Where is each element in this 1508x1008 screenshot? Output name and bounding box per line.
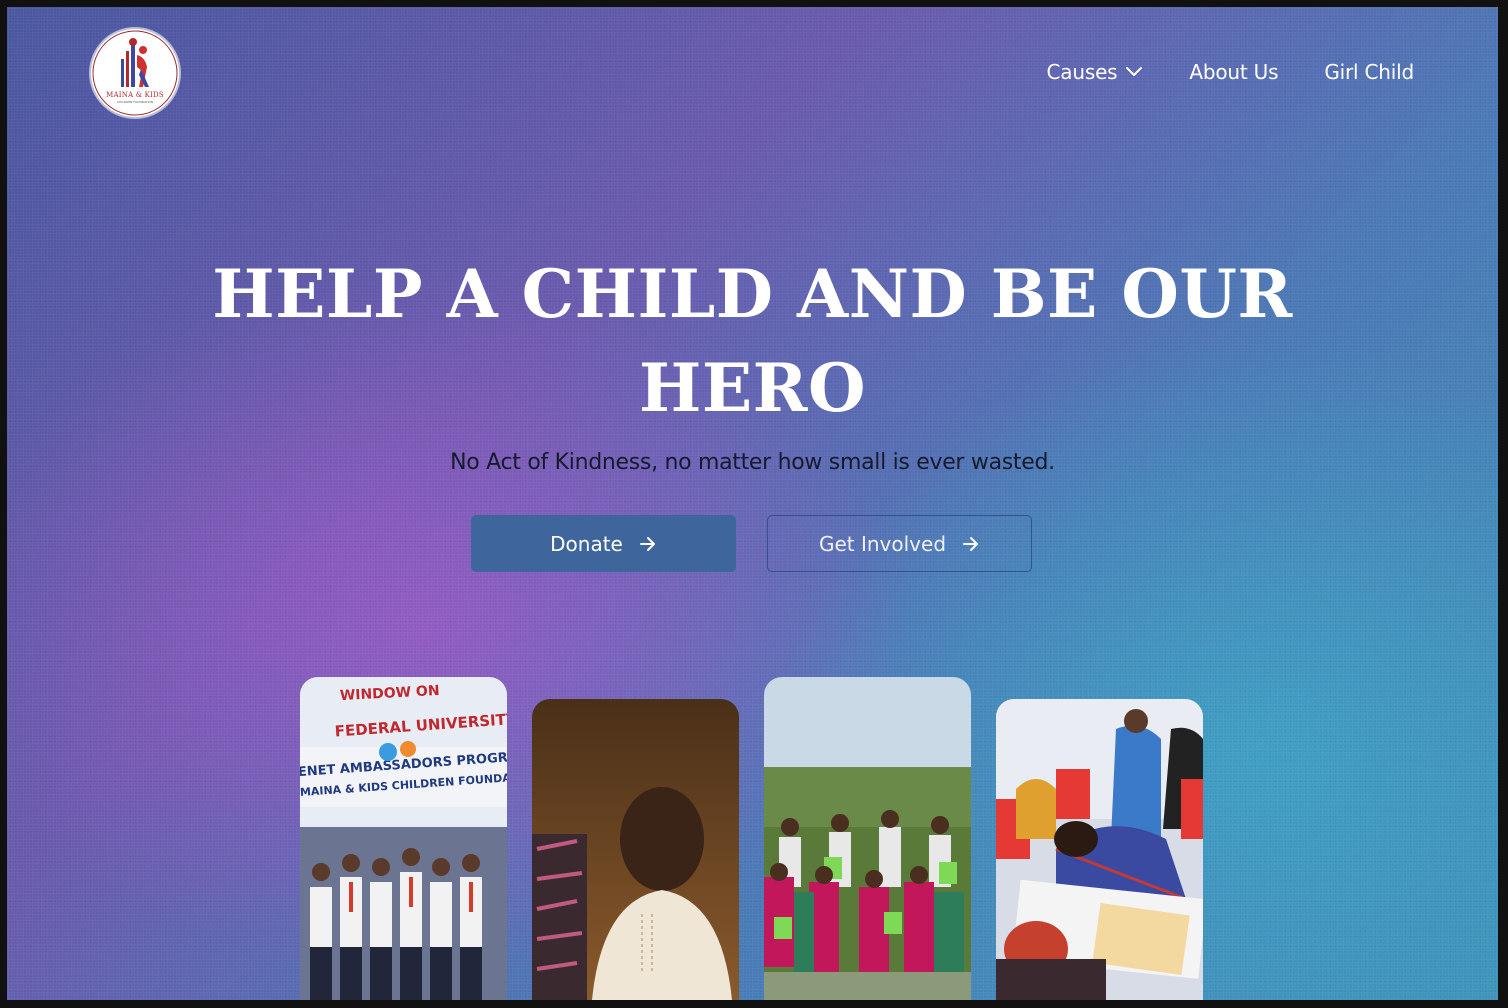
nav-item-about-us-label: About Us — [1189, 60, 1279, 84]
hero-subtitle: No Act of Kindness, no matter how small … — [450, 450, 1055, 475]
nav-item-causes-label: Causes — [1046, 60, 1118, 84]
donate-button[interactable]: Donate — [471, 515, 736, 572]
logo-tagline: CHILDREN FOUNDATION — [116, 100, 154, 104]
chevron-down-icon — [1126, 67, 1143, 76]
gallery-photo-group-outdoors — [764, 677, 971, 1000]
hero-title: HELP A CHILD AND BE OUR HERO — [212, 255, 1293, 427]
gallery-photo-students-writing — [996, 699, 1203, 1000]
site-logo[interactable]: MAINA & KIDS CHILDREN FOUNDATION — [91, 29, 179, 117]
nav-item-causes[interactable]: Causes — [1047, 60, 1144, 84]
gallery-photo-students-banner: WINDOW ON FEDERAL UNIVERSITY ENET AMBASS… — [300, 677, 507, 1000]
logo-name: MAINA & KIDS — [106, 91, 164, 99]
background-grain — [7, 7, 1498, 1000]
nav-item-about-us[interactable]: About Us — [1189, 60, 1278, 84]
arrow-right-icon — [963, 536, 979, 551]
nav-item-girl-child-label: Girl Child — [1324, 60, 1414, 84]
donate-button-label: Donate — [550, 531, 623, 556]
page-frame: MAINA & KIDS CHILDREN FOUNDATION Causes … — [7, 7, 1498, 1000]
gallery-photo-boy-portrait — [532, 699, 739, 1000]
get-involved-button[interactable]: Get Involved — [767, 515, 1032, 572]
main-nav: Causes About Us Girl Child — [1047, 60, 1415, 84]
nav-item-girl-child[interactable]: Girl Child — [1324, 60, 1414, 84]
get-involved-button-label: Get Involved — [818, 531, 947, 556]
arrow-right-icon — [639, 536, 655, 551]
